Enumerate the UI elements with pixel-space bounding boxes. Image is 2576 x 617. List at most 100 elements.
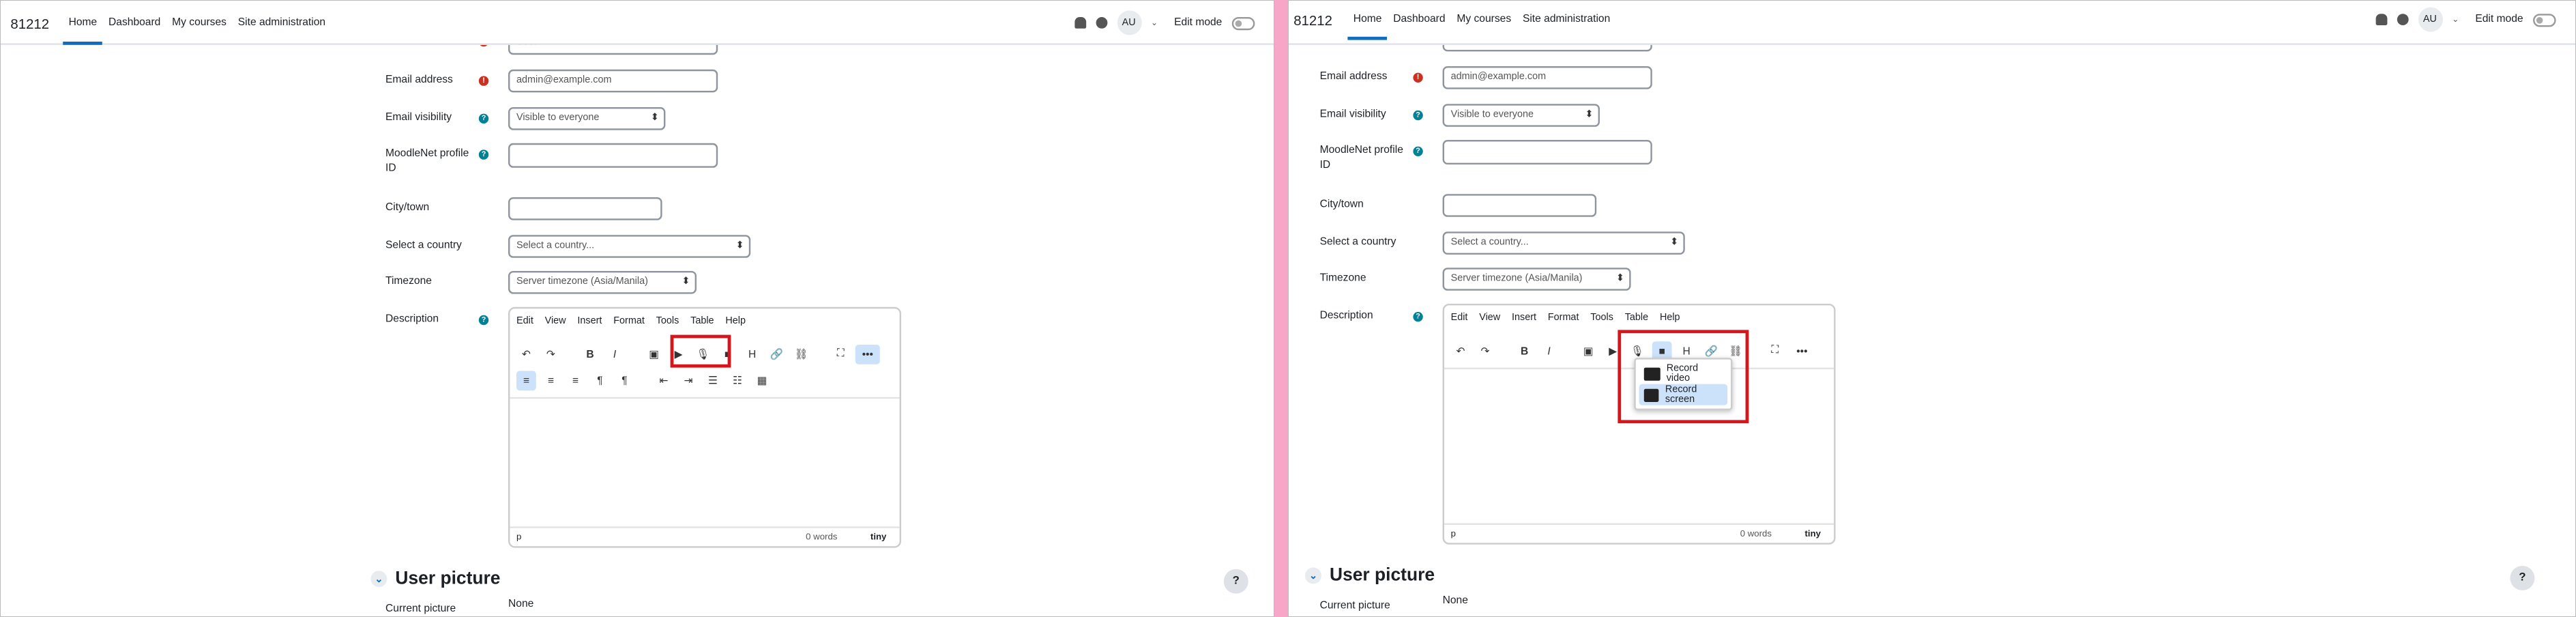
city-input[interactable] [1442, 194, 1597, 217]
edit-mode-toggle[interactable] [2533, 13, 2556, 27]
help-button[interactable]: ? [1223, 569, 1248, 594]
more-icon[interactable]: ••• [1789, 341, 1814, 361]
image-icon[interactable]: ▣ [644, 345, 664, 364]
country-select[interactable]: Select a country... [508, 235, 751, 258]
menu-edit[interactable]: Edit [516, 317, 533, 326]
email-label: Email address [385, 74, 453, 86]
email-input[interactable]: admin@example.com [1442, 66, 1652, 89]
section-title[interactable]: User picture [1330, 566, 1435, 586]
help-icon[interactable]: ? [478, 315, 489, 326]
word-count[interactable]: 0 words [806, 533, 837, 543]
chevron-down-icon[interactable]: ⌄ [370, 571, 387, 588]
nav-home[interactable]: Home [1347, 1, 1388, 40]
site-name[interactable]: 81212 [1293, 12, 1332, 29]
email-input[interactable]: admin@example.com [508, 69, 718, 93]
help-icon[interactable]: ? [478, 149, 489, 160]
align-center-icon[interactable]: ≡ [541, 371, 561, 390]
moodlenet-input[interactable] [508, 143, 718, 168]
nav-site-administration[interactable]: Site administration [232, 1, 331, 45]
timezone-select[interactable]: Server timezone (Asia/Manila) [1442, 268, 1631, 291]
italic-icon[interactable]: I [605, 345, 625, 364]
nav-my-courses[interactable]: My courses [1451, 1, 1517, 40]
calculator-icon[interactable]: ▦ [752, 371, 772, 390]
indent-icon[interactable]: ⇥ [679, 371, 699, 390]
menu-format[interactable]: Format [1548, 313, 1579, 323]
help-icon[interactable]: ? [1413, 312, 1423, 322]
help-button[interactable]: ? [2510, 566, 2535, 591]
undo-icon[interactable]: ↶ [1451, 341, 1471, 361]
menu-help[interactable]: Help [725, 317, 746, 326]
menu-view[interactable]: View [545, 317, 566, 326]
align-left-icon[interactable]: ≡ [516, 371, 536, 391]
help-icon[interactable]: ? [478, 113, 489, 124]
menu-tools[interactable]: Tools [1590, 313, 1613, 323]
email-visibility-select[interactable]: Visible to everyone [1442, 104, 1600, 127]
notifications-icon[interactable] [1074, 17, 1086, 29]
messages-icon[interactable] [1095, 17, 1107, 29]
edit-mode-label: Edit mode [2475, 14, 2523, 25]
bold-icon[interactable]: B [581, 345, 600, 364]
menu-insert[interactable]: Insert [577, 317, 602, 326]
menu-format[interactable]: Format [613, 317, 645, 326]
menu-tools[interactable]: Tools [656, 317, 679, 326]
redo-icon[interactable]: ↷ [1476, 341, 1495, 361]
more-icon[interactable]: ••• [855, 345, 880, 364]
timezone-label: Timezone [385, 276, 432, 288]
chevron-down-icon[interactable]: ⌄ [1151, 18, 1158, 27]
redo-icon[interactable]: ↷ [541, 345, 561, 364]
email-visibility-label: Email visibility [1319, 109, 1386, 121]
image-icon[interactable]: ▣ [1579, 341, 1598, 361]
unlink-icon[interactable]: ⛓ [791, 345, 811, 364]
nav-dashboard[interactable]: Dashboard [1388, 1, 1451, 40]
ltr-icon[interactable]: ¶ [590, 371, 610, 390]
email-visibility-select[interactable]: Visible to everyone [508, 107, 666, 130]
menu-help[interactable]: Help [1660, 313, 1680, 323]
menu-table[interactable]: Table [1625, 313, 1648, 323]
element-path[interactable]: p [1451, 530, 1456, 539]
avatar[interactable]: AU [1116, 10, 1141, 35]
nav-site-administration[interactable]: Site administration [1517, 1, 1616, 40]
edit-mode-toggle[interactable] [1231, 16, 1255, 29]
section-title[interactable]: User picture [395, 569, 500, 589]
menu-insert[interactable]: Insert [1512, 313, 1536, 323]
primary-nav: Home Dashboard My courses Site administr… [1347, 1, 1615, 40]
menu-view[interactable]: View [1479, 313, 1500, 323]
fullscreen-icon[interactable]: ⛶ [1765, 341, 1785, 361]
country-label: Select a country [1319, 236, 1396, 248]
nav-dashboard[interactable]: Dashboard [103, 1, 166, 45]
avatar[interactable]: AU [2417, 7, 2442, 32]
numbered-list-icon[interactable]: ☷ [728, 371, 748, 390]
bullet-list-icon[interactable]: ☰ [703, 371, 723, 390]
timezone-select[interactable]: Server timezone (Asia/Manila) [508, 271, 697, 294]
menu-table[interactable]: Table [690, 317, 714, 326]
bold-icon[interactable]: B [1514, 341, 1534, 361]
nav-my-courses[interactable]: My courses [166, 1, 233, 45]
h5p-icon[interactable]: H [742, 345, 762, 364]
editor-content-area[interactable] [510, 397, 900, 527]
rtl-icon[interactable]: ¶ [615, 371, 634, 390]
nav-home[interactable]: Home [63, 1, 103, 45]
word-count[interactable]: 0 words [1740, 530, 1772, 539]
moodlenet-label: MoodleNet profile ID [385, 148, 469, 174]
fullscreen-icon[interactable]: ⛶ [831, 345, 851, 364]
country-select[interactable]: Select a country... [1442, 231, 1685, 255]
align-right-icon[interactable]: ≡ [566, 371, 585, 390]
element-path[interactable]: p [516, 533, 521, 543]
chevron-down-icon[interactable]: ⌄ [2452, 14, 2459, 24]
help-icon[interactable]: ? [1413, 146, 1423, 157]
undo-icon[interactable]: ↶ [516, 345, 536, 364]
city-input[interactable] [508, 197, 662, 220]
tiny-logo[interactable]: tiny [1805, 530, 1821, 539]
notifications-icon[interactable] [2375, 14, 2387, 25]
link-icon[interactable]: 🔗 [767, 345, 787, 364]
help-icon[interactable]: ? [1413, 110, 1423, 121]
editor-toolbar-row-2: ≡ ≡ ≡ ¶ ¶ ⇤ ⇥ ☰ ☷ ▦ [516, 371, 772, 391]
menu-edit[interactable]: Edit [1451, 313, 1468, 323]
chevron-down-icon[interactable]: ⌄ [1305, 567, 1321, 584]
outdent-icon[interactable]: ⇤ [654, 371, 674, 390]
tiny-logo[interactable]: tiny [870, 533, 886, 543]
site-name[interactable]: 81212 [10, 16, 49, 32]
italic-icon[interactable]: I [1539, 341, 1559, 361]
messages-icon[interactable] [2396, 14, 2408, 25]
moodlenet-input[interactable] [1442, 140, 1652, 165]
